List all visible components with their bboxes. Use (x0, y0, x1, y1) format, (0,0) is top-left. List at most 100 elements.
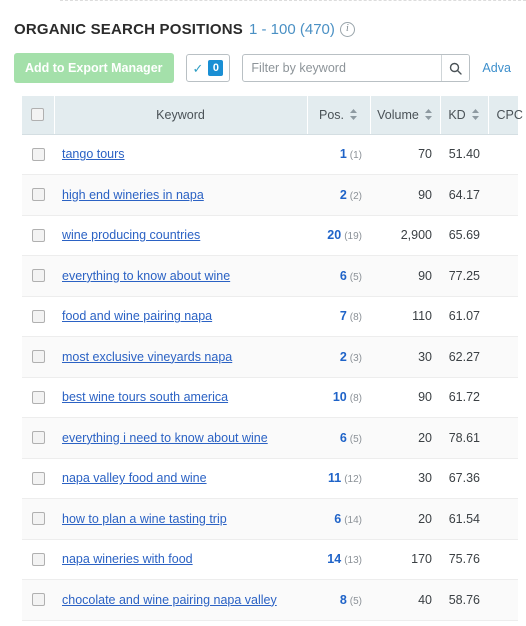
column-header-cpc[interactable]: CPC (488, 96, 523, 135)
volume-cell: 20 (370, 498, 440, 540)
position-cell: 6 (5) (307, 417, 370, 459)
table-body: tango tours 1 (1) 70 51.40 high end wineries … (22, 134, 518, 621)
column-header-position[interactable]: Pos. (307, 96, 371, 135)
previous-position-value: (8) (349, 312, 362, 324)
row-select-cell[interactable] (22, 377, 54, 418)
table-row[interactable]: wine producing countries 20 (19) 2,900 65.69 (22, 215, 518, 256)
table-row[interactable]: high end wineries in napa 2 (2) 90 64.17 (22, 174, 518, 216)
row-checkbox[interactable] (31, 552, 45, 566)
row-select-cell[interactable] (22, 539, 54, 580)
row-checkbox[interactable] (31, 188, 45, 202)
keywords-table-container: Keyword Pos. Volume KD CPC tango tours 1… (14, 96, 523, 621)
keyword-link[interactable]: napa wineries with food (62, 552, 193, 566)
cpc-cell (488, 255, 518, 297)
row-select-cell[interactable] (22, 134, 54, 175)
volume-cell: 20 (370, 417, 440, 459)
search-button[interactable] (441, 55, 470, 81)
position-value: 20 (327, 228, 342, 243)
keyword-link[interactable]: food and wine pairing napa (62, 309, 212, 323)
row-select-cell[interactable] (22, 498, 54, 540)
position-cell: 6 (5) (307, 255, 370, 297)
keyword-link[interactable]: everything to know about wine (62, 269, 230, 283)
kd-cell: 61.72 (440, 377, 488, 418)
row-checkbox[interactable] (31, 512, 45, 526)
keyword-link[interactable]: best wine tours south america (62, 390, 228, 404)
keyword-link[interactable]: everything i need to know about wine (62, 431, 268, 445)
row-checkbox[interactable] (31, 269, 45, 283)
keyword-link[interactable]: tango tours (62, 147, 125, 161)
position-cell: 6 (14) (307, 498, 370, 540)
table-row[interactable]: napa valley food and wine 11 (12) 30 67.36 (22, 458, 518, 499)
keyword-link[interactable]: wine producing countries (62, 228, 200, 242)
previous-position-value: (2) (349, 190, 362, 202)
add-to-export-manager-button[interactable]: Add to Export Manager (14, 53, 174, 83)
row-select-cell[interactable] (22, 215, 54, 256)
keyword-link[interactable]: napa valley food and wine (62, 471, 207, 485)
row-checkbox[interactable] (31, 593, 45, 607)
row-select-cell[interactable] (22, 336, 54, 378)
row-select-cell[interactable] (22, 579, 54, 621)
row-checkbox[interactable] (31, 431, 45, 445)
cpc-cell (488, 539, 518, 580)
position-value: 2 (339, 349, 347, 364)
keyword-link[interactable]: high end wineries in napa (62, 188, 204, 202)
position-value: 7 (339, 309, 347, 324)
row-checkbox[interactable] (31, 309, 45, 323)
row-select-cell[interactable] (22, 296, 54, 337)
select-all-header[interactable] (22, 96, 55, 135)
position-value: 1 (339, 147, 347, 162)
column-label-cpc: CPC (496, 107, 523, 122)
row-checkbox[interactable] (31, 147, 45, 161)
column-header-volume[interactable]: Volume (370, 96, 441, 135)
kd-cell: 61.07 (440, 296, 488, 337)
volume-cell: 2,900 (370, 215, 440, 256)
keyword-cell: napa valley food and wine (54, 458, 307, 499)
selection-counter[interactable]: ✓ 0 (185, 54, 231, 82)
cpc-cell (488, 174, 518, 216)
volume-cell: 90 (370, 174, 440, 216)
keyword-link[interactable]: chocolate and wine pairing napa valley (62, 593, 277, 607)
volume-cell: 30 (370, 458, 440, 499)
cpc-cell (488, 377, 518, 418)
row-checkbox[interactable] (31, 471, 45, 485)
position-value: 10 (332, 390, 347, 405)
row-select-cell[interactable] (22, 174, 54, 216)
volume-cell: 40 (370, 579, 440, 621)
search-icon (450, 62, 463, 75)
position-cell: 14 (13) (307, 539, 370, 580)
advanced-filters-link[interactable]: Adva (482, 61, 511, 75)
select-all-checkbox[interactable] (31, 108, 45, 122)
row-checkbox[interactable] (31, 390, 45, 404)
table-row[interactable]: food and wine pairing napa 7 (8) 110 61.07 (22, 296, 518, 337)
table-row[interactable]: napa wineries with food 14 (13) 170 75.76 (22, 539, 518, 580)
table-row[interactable]: how to plan a wine tasting trip 6 (14) 20 61… (22, 498, 518, 540)
keyword-link[interactable]: most exclusive vineyards napa (62, 350, 232, 364)
info-icon[interactable]: i (339, 21, 355, 37)
volume-cell: 110 (370, 296, 440, 337)
volume-cell: 170 (370, 539, 440, 580)
row-select-cell[interactable] (22, 417, 54, 459)
cpc-cell (488, 417, 518, 459)
table-row[interactable]: most exclusive vineyards napa 2 (3) 30 62.27 (22, 336, 518, 378)
search-input[interactable] (243, 55, 442, 81)
column-label-kd: KD (448, 107, 466, 122)
keyword-cell: everything i need to know about wine (54, 417, 307, 459)
top-divider (60, 0, 526, 2)
table-row[interactable]: tango tours 1 (1) 70 51.40 (22, 134, 518, 175)
table-row[interactable]: chocolate and wine pairing napa valley 8(… (22, 579, 518, 621)
row-select-cell[interactable] (22, 255, 54, 297)
column-header-keyword[interactable]: Keyword (54, 96, 308, 135)
row-select-cell[interactable] (22, 458, 54, 499)
keyword-link[interactable]: how to plan a wine tasting trip (62, 512, 227, 526)
keyword-cell: most exclusive vineyards napa (54, 336, 307, 378)
column-header-kd[interactable]: KD (440, 96, 489, 135)
row-checkbox[interactable] (31, 228, 45, 242)
organic-positions-panel: ORGANIC SEARCH POSITIONS 1 - 100 (470) i… (0, 0, 526, 621)
table-row[interactable]: best wine tours south america 10 (8) 90 61.7… (22, 377, 518, 418)
row-checkbox[interactable] (31, 350, 45, 364)
position-cell: 8 (5) (307, 579, 370, 621)
table-row[interactable]: everything i need to know about wine 6 (5)… (22, 417, 518, 459)
table-header: Keyword Pos. Volume KD CPC (22, 96, 523, 135)
table-row[interactable]: everything to know about wine 6 (5) 90 77.25 (22, 255, 518, 297)
keyword-cell: high end wineries in napa (54, 174, 307, 216)
